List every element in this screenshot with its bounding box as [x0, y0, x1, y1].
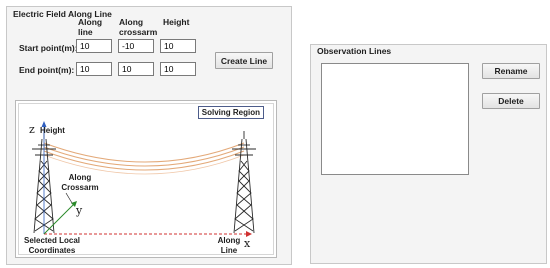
conductor-line-3: [43, 150, 245, 171]
conductor-line-4: [43, 154, 245, 175]
conductor-line-1: [43, 142, 245, 163]
crossarm-pointer: [65, 192, 73, 204]
height-label: Height: [40, 126, 65, 135]
column-header-along-line: Along line: [78, 17, 103, 37]
end-height-input[interactable]: [160, 62, 196, 76]
y-axis-line: [43, 203, 75, 235]
start-along-crossarm-input[interactable]: [118, 39, 154, 53]
y-axis-label: y: [76, 204, 83, 217]
start-height-input[interactable]: [160, 39, 196, 53]
conductor-line-2: [43, 146, 245, 167]
end-along-line-input[interactable]: [76, 62, 112, 76]
along-crossarm-label: Along Crossarm: [61, 173, 99, 192]
x-axis-label: x: [244, 237, 251, 250]
z-axis-label: z: [29, 123, 35, 136]
observation-lines-list[interactable]: [321, 63, 469, 175]
column-header-along-crossarm: Along crossarm: [119, 17, 158, 37]
start-along-line-input[interactable]: [76, 39, 112, 53]
end-along-crossarm-input[interactable]: [118, 62, 154, 76]
rename-button[interactable]: Rename: [482, 63, 540, 79]
create-line-button[interactable]: Create Line: [215, 52, 273, 69]
observation-lines-title: Observation Lines: [317, 46, 392, 56]
solving-region-panel: Solving Region z Height Along Crossarm y…: [15, 100, 277, 258]
along-line-label: Along Line: [217, 236, 241, 255]
delete-button[interactable]: Delete: [482, 93, 540, 109]
end-point-label: End point(m):: [19, 65, 75, 75]
selected-local-coordinates-label: Selected Local Coordinates: [23, 236, 81, 255]
column-header-height: Height: [163, 17, 190, 27]
start-point-label: Start point(m):: [19, 43, 78, 53]
